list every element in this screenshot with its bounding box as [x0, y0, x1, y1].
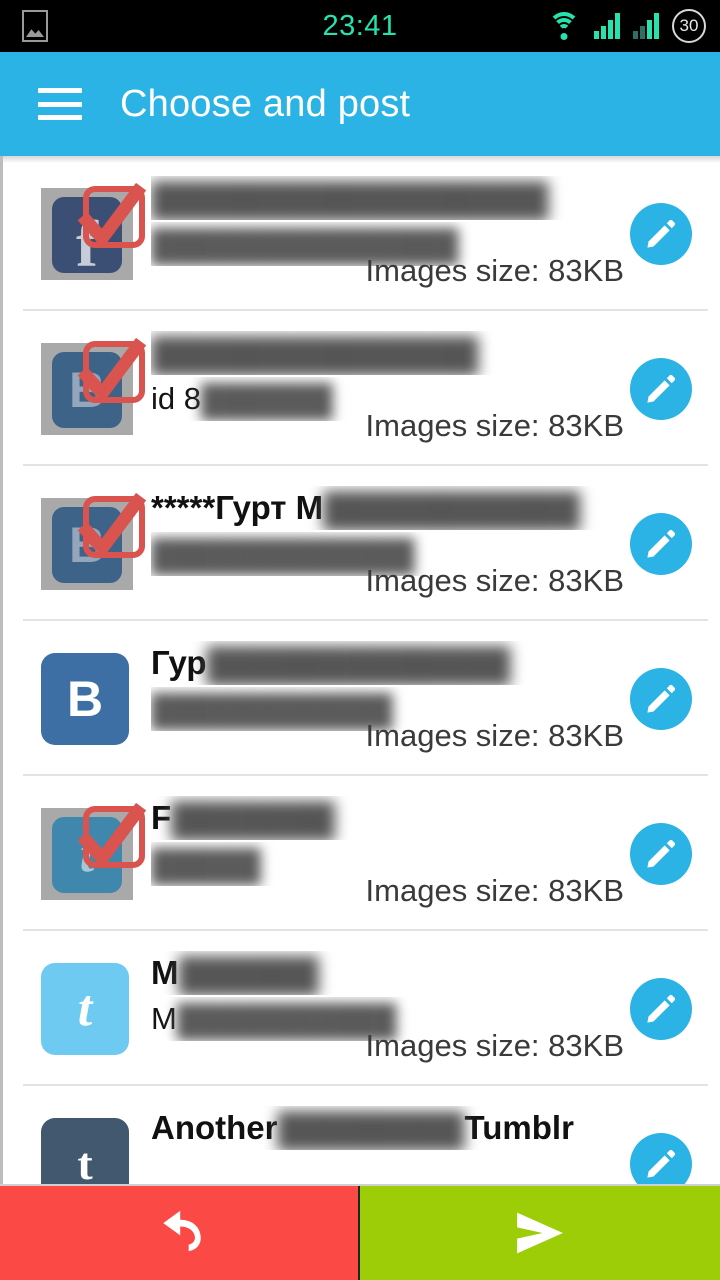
check-icon: [71, 335, 149, 413]
edit-button[interactable]: [630, 203, 692, 265]
network-glyph: t: [77, 1141, 92, 1184]
status-bar: 23:41 30: [0, 0, 720, 52]
signal-icon: [633, 13, 659, 39]
pencil-icon: [644, 992, 678, 1026]
account-checkbox[interactable]: f: [41, 188, 133, 280]
cancel-button[interactable]: [0, 1186, 360, 1280]
send-arrow-icon: [508, 1205, 572, 1261]
images-size-label: Images size: 83KB: [366, 408, 624, 444]
network-glyph: t: [78, 983, 92, 1035]
hamburger-menu-icon[interactable]: [38, 88, 82, 120]
account-checkbox[interactable]: B: [41, 653, 133, 745]
edit-button[interactable]: [630, 668, 692, 730]
account-checkbox[interactable]: t: [41, 1118, 133, 1184]
app-root: 23:41 30 Choose and post f ██████████████…: [0, 0, 720, 1280]
account-checkbox[interactable]: B: [41, 498, 133, 590]
account-name: M██████: [151, 951, 624, 995]
status-bar-right: 30: [547, 9, 706, 43]
check-icon: [71, 490, 149, 568]
pencil-icon: [644, 837, 678, 871]
edit-button[interactable]: [630, 1133, 692, 1185]
account-name: █████████████████: [151, 176, 624, 220]
images-size-label: Images size: 83KB: [366, 253, 624, 289]
bottom-action-bar: [0, 1184, 720, 1280]
pencil-icon: [644, 527, 678, 561]
app-bar: Choose and post: [0, 52, 720, 156]
list-item[interactable]: tF████████████Images size: 83KB: [3, 776, 720, 931]
battery-icon: 30: [672, 9, 706, 43]
account-name: F███████: [151, 796, 624, 840]
account-checkbox[interactable]: B: [41, 343, 133, 435]
check-icon: [71, 800, 149, 878]
twitter-icon: t: [41, 963, 129, 1055]
wifi-icon: [547, 12, 581, 40]
account-name: ██████████████: [151, 331, 624, 375]
account-list[interactable]: f███████████████████████████████Images s…: [0, 156, 720, 1184]
account-text-block: Another████████Tumblr: [151, 1106, 624, 1150]
images-size-label: Images size: 83KB: [366, 563, 624, 599]
tumblr-icon: t: [41, 1118, 129, 1184]
edit-button[interactable]: [630, 358, 692, 420]
pencil-icon: [644, 1147, 678, 1181]
list-item[interactable]: t Another████████Tumblr: [3, 1086, 720, 1184]
account-name: Гур█████████████: [151, 641, 624, 685]
list-item[interactable]: B*****Гурт М███████████████████████Image…: [3, 466, 720, 621]
images-size-label: Images size: 83KB: [366, 1028, 624, 1064]
send-button[interactable]: [360, 1186, 720, 1280]
list-item[interactable]: B██████████████id 8██████Images size: 83…: [3, 311, 720, 466]
signal-icon: [594, 13, 620, 39]
account-checkbox[interactable]: t: [41, 963, 133, 1055]
list-item[interactable]: f███████████████████████████████Images s…: [3, 156, 720, 311]
undo-arrow-icon: [150, 1204, 208, 1262]
edit-button[interactable]: [630, 823, 692, 885]
page-title: Choose and post: [120, 83, 410, 126]
vkontakte-icon: B: [41, 653, 129, 745]
images-size-label: Images size: 83KB: [366, 873, 624, 909]
account-name: Another████████Tumblr: [151, 1106, 624, 1150]
edit-button[interactable]: [630, 513, 692, 575]
list-item[interactable]: tM██████M██████████Images size: 83KB: [3, 931, 720, 1086]
pencil-icon: [644, 372, 678, 406]
edit-button[interactable]: [630, 978, 692, 1040]
pencil-icon: [644, 682, 678, 716]
account-checkbox[interactable]: t: [41, 808, 133, 900]
check-icon: [71, 180, 149, 258]
pencil-icon: [644, 217, 678, 251]
network-glyph: B: [67, 674, 103, 724]
images-size-label: Images size: 83KB: [366, 718, 624, 754]
list-item[interactable]: BГур████████████████████████Images size:…: [3, 621, 720, 776]
account-name: *****Гурт М███████████: [151, 486, 624, 530]
